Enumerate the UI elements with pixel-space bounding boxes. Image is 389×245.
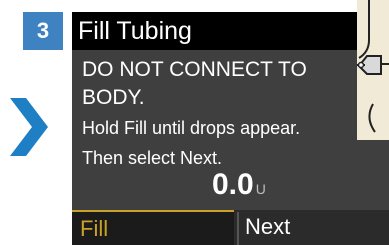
chevron-right-icon — [10, 98, 48, 156]
fill-amount-value: 0.0 — [212, 168, 254, 201]
warning-text-line-2: BODY. — [82, 86, 145, 109]
step-number-badge: 3 — [23, 12, 63, 50]
screen-title: Fill Tubing — [78, 17, 192, 45]
fill-softkey-button[interactable]: Fill — [72, 210, 234, 245]
pump-screen: Fill Tubing DO NOT CONNECT TO BODY. Hold… — [72, 12, 389, 245]
fill-amount-readout: 0.0 U — [212, 168, 266, 202]
tubing-connector-icon — [357, 0, 389, 140]
fill-softkey-label: Fill — [80, 216, 109, 241]
warning-text-line-1: DO NOT CONNECT TO — [82, 58, 307, 81]
instruction-text-line-1: Hold Fill until drops appear. — [82, 118, 301, 138]
screen-header: Fill Tubing — [72, 12, 389, 50]
instruction-panel: 3 Fill Tubing DO NOT CONNECT TO BODY. Ho… — [0, 0, 389, 245]
instruction-text-line-2: Then select Next. — [82, 148, 223, 168]
next-softkey-button[interactable]: Next — [239, 210, 389, 245]
next-softkey-label: Next — [245, 214, 291, 239]
fill-amount-unit: U — [255, 181, 266, 197]
step-number: 3 — [36, 18, 50, 43]
